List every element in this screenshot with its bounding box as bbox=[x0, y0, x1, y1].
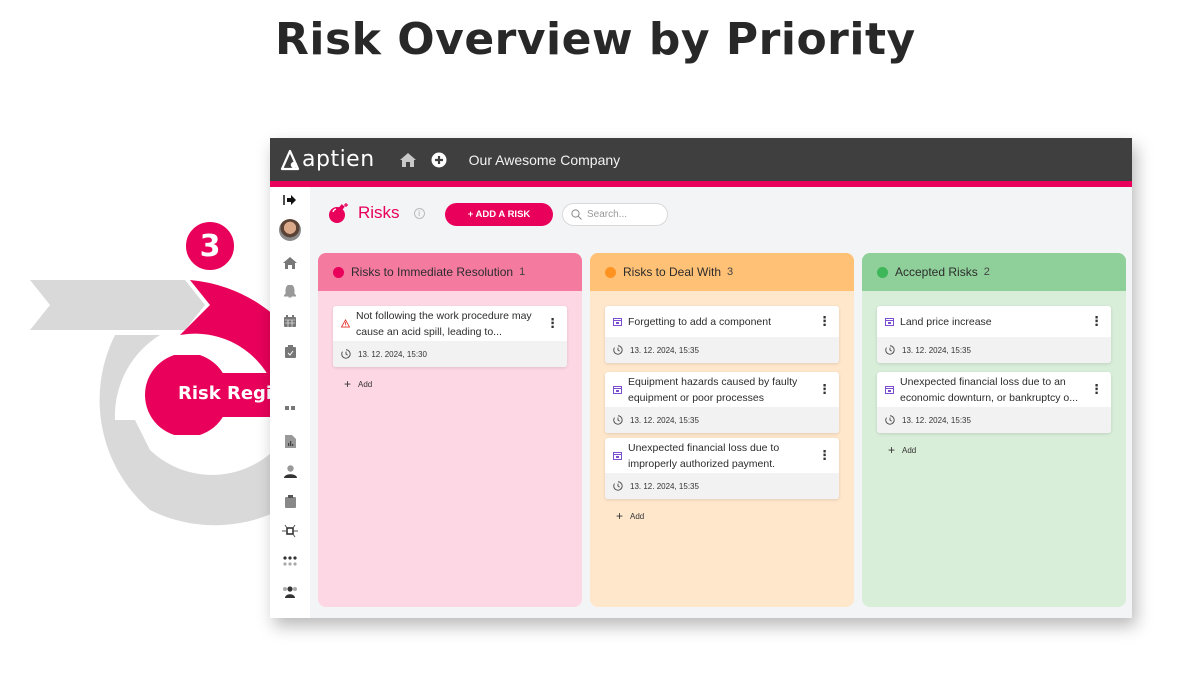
user-avatar[interactable] bbox=[279, 219, 301, 241]
calendar-lock-icon bbox=[613, 386, 622, 394]
info-icon[interactable]: i bbox=[413, 207, 425, 219]
calendar-lock-icon bbox=[613, 452, 622, 460]
calendar-lock-icon bbox=[613, 318, 622, 326]
search-icon bbox=[571, 209, 582, 220]
team-icon[interactable] bbox=[282, 583, 298, 599]
risk-title: Equipment hazards caused by faulty equip… bbox=[628, 375, 798, 404]
column-title: Risks to Deal With bbox=[623, 265, 722, 279]
add-risk-link[interactable]: + Add bbox=[616, 509, 644, 523]
add-label: Add bbox=[902, 445, 917, 455]
slide: Risk Overview by Priority 3 Risk Registe… bbox=[0, 0, 1200, 676]
app-window: aptien Our Awesome Company Risks i + ADD… bbox=[270, 138, 1132, 618]
card-menu-icon[interactable]: ⋮ bbox=[818, 383, 831, 396]
column-header: Risks to Immediate Resolution 1 bbox=[318, 253, 582, 291]
add-risk-link[interactable]: + Add bbox=[888, 443, 916, 457]
card-menu-icon[interactable]: ⋮ bbox=[1090, 315, 1103, 328]
page-title: Risk Overview by Priority bbox=[275, 14, 916, 65]
calendar-icon[interactable] bbox=[282, 313, 298, 329]
company-name[interactable]: Our Awesome Company bbox=[469, 152, 620, 168]
risk-card[interactable]: Not following the work procedure may cau… bbox=[333, 306, 567, 367]
column-count: 3 bbox=[727, 266, 734, 278]
priority-dot bbox=[605, 266, 616, 278]
clock-icon bbox=[885, 415, 895, 425]
search-placeholder: Search... bbox=[587, 209, 628, 220]
collapse-sidebar-icon[interactable] bbox=[282, 192, 298, 208]
top-navbar: aptien Our Awesome Company bbox=[270, 138, 1132, 181]
column-count: 1 bbox=[519, 266, 526, 278]
search-input[interactable]: Search... bbox=[562, 203, 668, 226]
column-title: Accepted Risks bbox=[895, 265, 978, 279]
priority-dot bbox=[877, 266, 888, 278]
plus-icon: + bbox=[344, 377, 352, 391]
report-icon[interactable] bbox=[282, 433, 298, 449]
risk-title: Land price increase bbox=[900, 315, 992, 328]
add-label: Add bbox=[358, 379, 373, 389]
sidebar bbox=[270, 187, 310, 618]
plus-circle-icon[interactable] bbox=[431, 152, 447, 168]
clock-icon bbox=[341, 349, 351, 359]
home-icon[interactable] bbox=[282, 255, 298, 271]
risk-title: Not following the work procedure may cau… bbox=[356, 309, 532, 338]
gray-arrow-input bbox=[30, 280, 205, 330]
apps-grid-icon[interactable] bbox=[282, 553, 298, 569]
column-count: 2 bbox=[983, 266, 990, 278]
card-menu-icon[interactable]: ⋮ bbox=[1090, 383, 1103, 396]
risk-card[interactable]: Unexpected financial loss due to imprope… bbox=[605, 438, 839, 499]
column-title: Risks to Immediate Resolution bbox=[351, 265, 514, 279]
card-menu-icon[interactable]: ⋮ bbox=[546, 317, 559, 330]
risk-date: 13. 12. 2024, 15:35 bbox=[630, 345, 699, 355]
column-header: Accepted Risks 2 bbox=[862, 253, 1126, 291]
risk-register-icon[interactable] bbox=[282, 403, 298, 419]
bomb-icon bbox=[329, 203, 348, 223]
home-icon[interactable] bbox=[399, 152, 417, 168]
risks-title: Risks bbox=[358, 203, 400, 222]
risk-date: 13. 12. 2024, 15:35 bbox=[630, 481, 699, 491]
add-risk-link[interactable]: + Add bbox=[344, 377, 372, 391]
risk-card[interactable]: Land price increase ⋮ 13. 12. 2024, 15:3… bbox=[877, 306, 1111, 363]
logo-text: aptien bbox=[302, 147, 375, 172]
risks-board: Risks i + ADD A RISK Search... Risks to … bbox=[310, 187, 1132, 618]
clipboard-icon[interactable] bbox=[282, 493, 298, 509]
column-immediate-resolution: Risks to Immediate Resolution 1 Not foll… bbox=[318, 253, 582, 607]
priority-dot bbox=[333, 266, 344, 278]
plus-icon: + bbox=[888, 443, 896, 457]
plus-icon: + bbox=[616, 509, 624, 523]
clipboard-check-icon[interactable] bbox=[282, 343, 298, 359]
column-header: Risks to Deal With 3 bbox=[590, 253, 854, 291]
card-menu-icon[interactable]: ⋮ bbox=[818, 449, 831, 462]
calendar-lock-icon bbox=[885, 318, 894, 326]
bell-icon[interactable] bbox=[282, 283, 298, 299]
add-label: Add bbox=[630, 511, 645, 521]
risk-card[interactable]: Forgetting to add a component ⋮ 13. 12. … bbox=[605, 306, 839, 363]
risk-date: 13. 12. 2024, 15:35 bbox=[902, 345, 971, 355]
clock-icon bbox=[613, 345, 623, 355]
step-number-badge: 3 bbox=[183, 219, 237, 273]
aptien-logo-icon bbox=[280, 149, 300, 170]
clock-icon bbox=[613, 415, 623, 425]
risk-title: Unexpected financial loss due to imprope… bbox=[628, 441, 780, 470]
risk-date: 13. 12. 2024, 15:35 bbox=[630, 415, 699, 425]
network-icon[interactable] bbox=[282, 523, 298, 539]
aptien-logo[interactable]: aptien bbox=[280, 147, 375, 172]
clock-icon bbox=[613, 481, 623, 491]
risk-card[interactable]: Equipment hazards caused by faulty equip… bbox=[605, 372, 839, 433]
risk-title: Forgetting to add a component bbox=[628, 315, 772, 328]
risks-header: Risks i bbox=[328, 202, 425, 224]
add-risk-button[interactable]: + ADD A RISK bbox=[445, 203, 553, 226]
card-menu-icon[interactable]: ⋮ bbox=[818, 315, 831, 328]
risk-date: 13. 12. 2024, 15:30 bbox=[358, 349, 427, 359]
calendar-lock-icon bbox=[885, 386, 894, 394]
clock-icon bbox=[885, 345, 895, 355]
column-deal-with: Risks to Deal With 3 Forgetting to add a… bbox=[590, 253, 854, 607]
warning-icon bbox=[341, 319, 350, 328]
user-icon[interactable] bbox=[282, 463, 298, 479]
risk-date: 13. 12. 2024, 15:35 bbox=[902, 415, 971, 425]
risk-title: Unexpected financial loss due to an econ… bbox=[900, 375, 1079, 404]
column-accepted: Accepted Risks 2 Land price increase ⋮ 1… bbox=[862, 253, 1126, 607]
risk-card[interactable]: Unexpected financial loss due to an econ… bbox=[877, 372, 1111, 433]
